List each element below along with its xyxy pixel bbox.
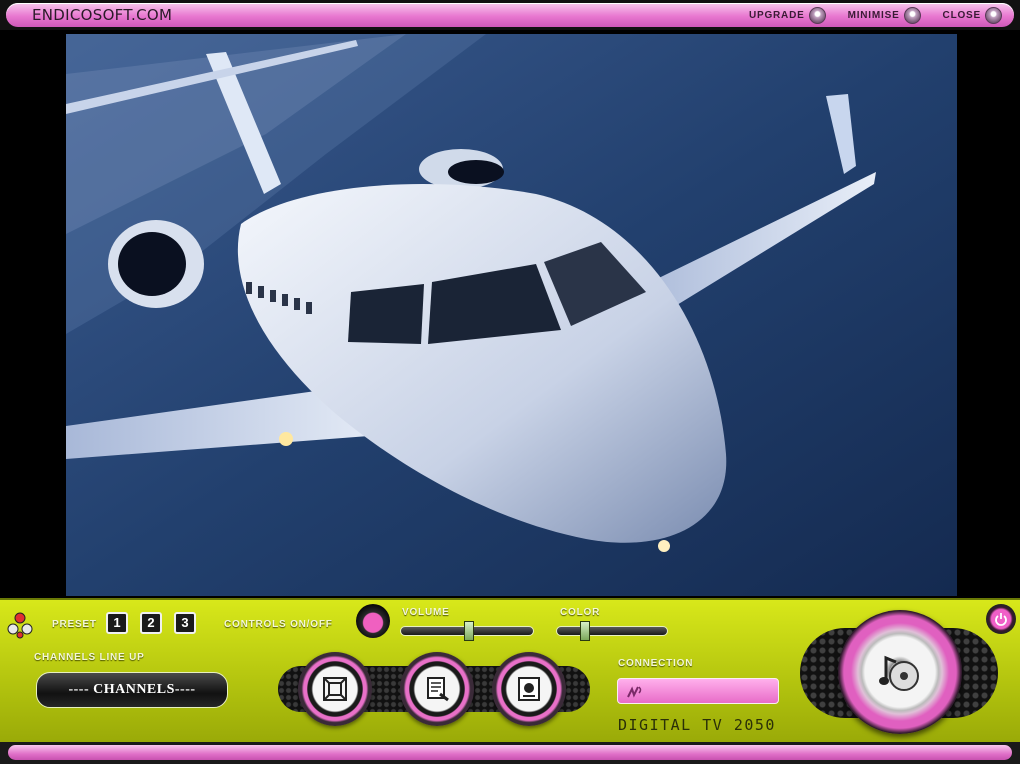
channels-lineup-label: CHANNELS LINE UP: [34, 652, 145, 663]
navigation-arrows-icon[interactable]: [6, 611, 34, 639]
minimise-button[interactable]: MINIMISE: [847, 6, 921, 24]
close-label: CLOSE: [942, 9, 981, 21]
record-icon: [518, 677, 540, 701]
brand-label: ENDICOSOFT.COM: [32, 6, 173, 24]
upgrade-button[interactable]: UPGRADE: [748, 6, 826, 24]
color-label: COLOR: [560, 607, 601, 618]
title-bar: ENDICOSOFT.COM UPGRADE MINIMISE CLOSE: [0, 0, 1020, 30]
product-name-label: DIGITAL TV 2050: [618, 716, 776, 734]
fullscreen-icon: [323, 677, 347, 701]
color-slider-thumb[interactable]: [580, 621, 591, 641]
close-knob-icon[interactable]: [985, 6, 1002, 24]
minimise-label: MINIMISE: [847, 9, 900, 21]
controls-toggle-label: CONTROLS ON/OFF: [224, 619, 333, 630]
music-disc-icon: [879, 655, 919, 691]
bottom-bar-inner: [8, 745, 1012, 760]
power-icon: [995, 613, 1007, 626]
title-bar-inner[interactable]: ENDICOSOFT.COM UPGRADE MINIMISE CLOSE: [6, 3, 1014, 27]
channels-button[interactable]: ---- CHANNELS----: [36, 672, 228, 708]
bottom-bar: [0, 742, 1020, 764]
preset-3-button[interactable]: 3: [174, 612, 196, 634]
minimise-knob-icon[interactable]: [903, 6, 921, 24]
program-guide-icon: [427, 677, 449, 702]
window-controls: UPGRADE MINIMISE CLOSE: [748, 6, 1002, 24]
video-display[interactable]: [66, 34, 957, 596]
color-slider[interactable]: [556, 626, 668, 636]
volume-label: VOLUME: [402, 607, 450, 618]
record-button[interactable]: [492, 652, 566, 726]
controls-toggle-button[interactable]: [356, 604, 390, 638]
connection-label: CONNECTION: [618, 658, 694, 669]
power-button[interactable]: [986, 604, 1016, 634]
upgrade-label: UPGRADE: [748, 9, 805, 21]
preset-label: PRESET: [52, 619, 97, 630]
volume-slider-thumb[interactable]: [464, 621, 475, 641]
jet-aircraft-image: [66, 34, 957, 596]
program-guide-button[interactable]: [400, 652, 474, 726]
connection-indicator: [617, 678, 779, 704]
preset-2-button[interactable]: 2: [140, 612, 162, 634]
fullscreen-button[interactable]: [298, 652, 372, 726]
preset-1-button[interactable]: 1: [106, 612, 128, 634]
close-button[interactable]: CLOSE: [942, 6, 1002, 24]
upgrade-knob-icon[interactable]: [808, 6, 826, 24]
media-dial[interactable]: [838, 610, 962, 734]
signal-icon: [627, 686, 642, 698]
